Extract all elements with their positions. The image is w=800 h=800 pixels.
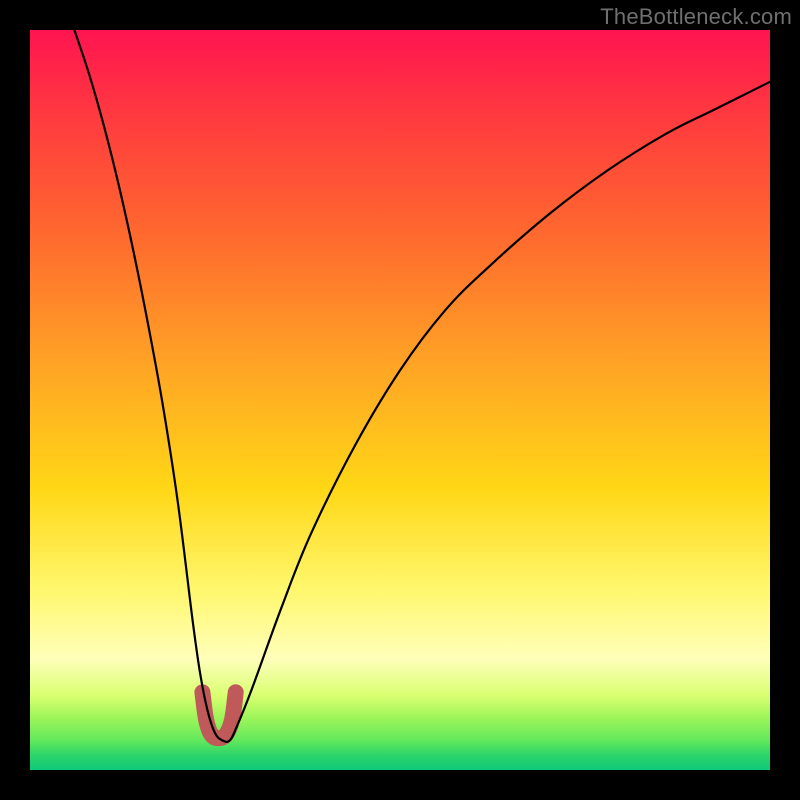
watermark-text: TheBottleneck.com: [600, 4, 792, 30]
chart-frame: TheBottleneck.com: [0, 0, 800, 800]
optimal-marker-line: [202, 692, 235, 738]
bottleneck-curve-line: [74, 30, 770, 742]
gradient-plot-area: [30, 30, 770, 770]
curve-layer: [30, 30, 770, 770]
